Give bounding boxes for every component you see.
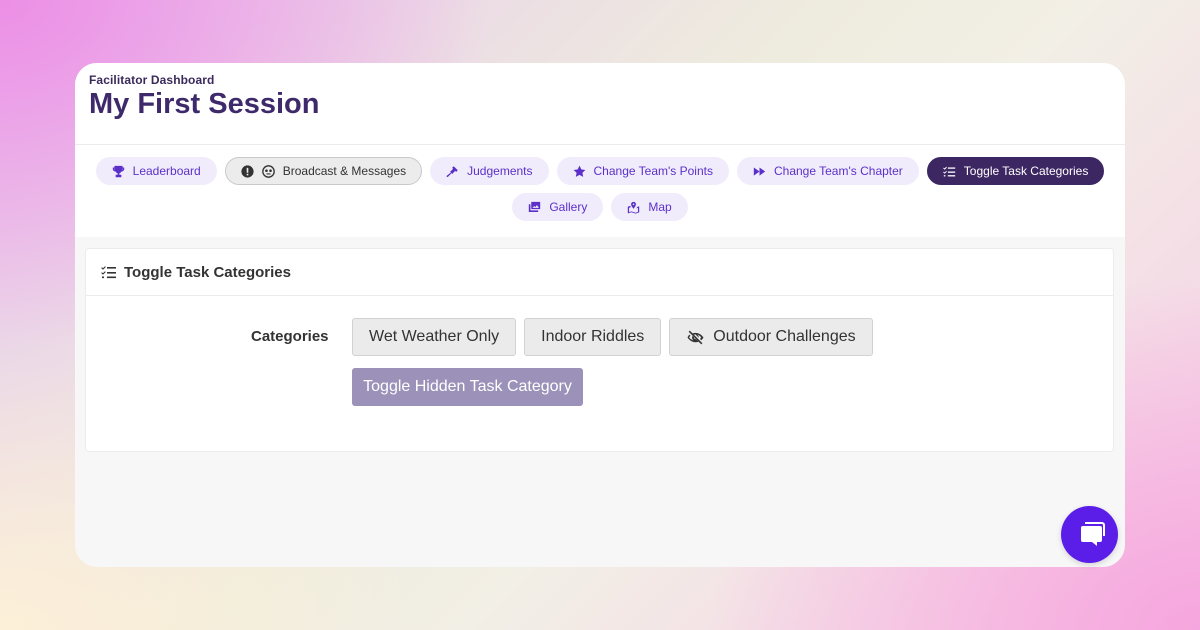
tab-change-chapter[interactable]: Change Team's Chapter <box>736 157 919 185</box>
tab-judgements[interactable]: Judgements <box>430 157 549 185</box>
page-title: My First Session <box>89 88 320 120</box>
tab-broadcast-label: Broadcast & Messages <box>282 164 407 178</box>
star-icon <box>573 165 585 177</box>
list-check-icon <box>101 266 116 279</box>
tab-broadcast-messages[interactable]: Broadcast & Messages <box>224 157 423 185</box>
page-header: Facilitator Dashboard My First Session <box>75 63 1125 145</box>
category-button-wet-weather[interactable]: Wet Weather Only <box>352 318 517 356</box>
panel-title: Toggle Task Categories <box>124 263 291 281</box>
tab-change-points[interactable]: Change Team's Points <box>556 157 729 185</box>
category-label: Wet Weather Only <box>369 328 500 345</box>
toggle-hidden-category-button[interactable]: Toggle Hidden Task Category <box>352 368 583 406</box>
category-label: Outdoor Challenges <box>713 328 856 345</box>
chat-bubble-icon <box>1080 521 1105 546</box>
tab-toggle-categories[interactable]: Toggle Task Categories <box>926 157 1105 185</box>
alert-icon <box>241 164 254 178</box>
tab-leaderboard[interactable]: Leaderboard <box>95 157 217 185</box>
tab-toggle-categories-label: Toggle Task Categories <box>963 164 1089 178</box>
tab-gallery-label: Gallery <box>549 200 588 214</box>
tab-gallery[interactable]: Gallery <box>512 193 604 221</box>
page-kicker: Facilitator Dashboard <box>89 73 215 87</box>
category-button-outdoor-challenges[interactable]: Outdoor Challenges <box>669 318 873 356</box>
tab-judgements-label: Judgements <box>467 164 533 178</box>
gallery-icon <box>529 201 541 212</box>
category-button-group: Wet Weather Only Indoor Riddles Outdoor … <box>352 318 873 356</box>
category-button-indoor-riddles[interactable]: Indoor Riddles <box>524 318 662 356</box>
gavel-icon <box>446 165 458 177</box>
fast-forward-icon <box>753 166 766 176</box>
tab-map-label: Map <box>648 200 672 214</box>
tab-leaderboard-label: Leaderboard <box>132 164 201 178</box>
nav-row-primary: Leaderboard Broadcast & Messages Judgeme… <box>95 157 1105 185</box>
eye-slash-icon <box>687 330 704 344</box>
trophy-icon <box>112 165 124 177</box>
tab-change-points-label: Change Team's Points <box>593 164 713 178</box>
tab-map[interactable]: Map <box>611 193 688 221</box>
categories-form: Categories Wet Weather Only Indoor Riddl… <box>86 296 1113 446</box>
nav-row-secondary: Gallery Map <box>512 193 688 221</box>
tab-change-chapter-label: Change Team's Chapter <box>773 164 903 178</box>
category-label: Indoor Riddles <box>541 328 645 345</box>
list-check-icon <box>942 166 955 176</box>
face-icon <box>261 164 275 178</box>
facilitator-nav: Leaderboard Broadcast & Messages Judgeme… <box>75 145 1125 237</box>
map-icon <box>628 201 640 214</box>
categories-label: Categories <box>251 328 329 345</box>
dashboard-card: Facilitator Dashboard My First Session L… <box>75 63 1125 567</box>
panel-header: Toggle Task Categories <box>86 249 1113 296</box>
toggle-categories-panel: Toggle Task Categories Categories Wet We… <box>85 248 1114 452</box>
chat-launcher-button[interactable] <box>1061 506 1118 563</box>
